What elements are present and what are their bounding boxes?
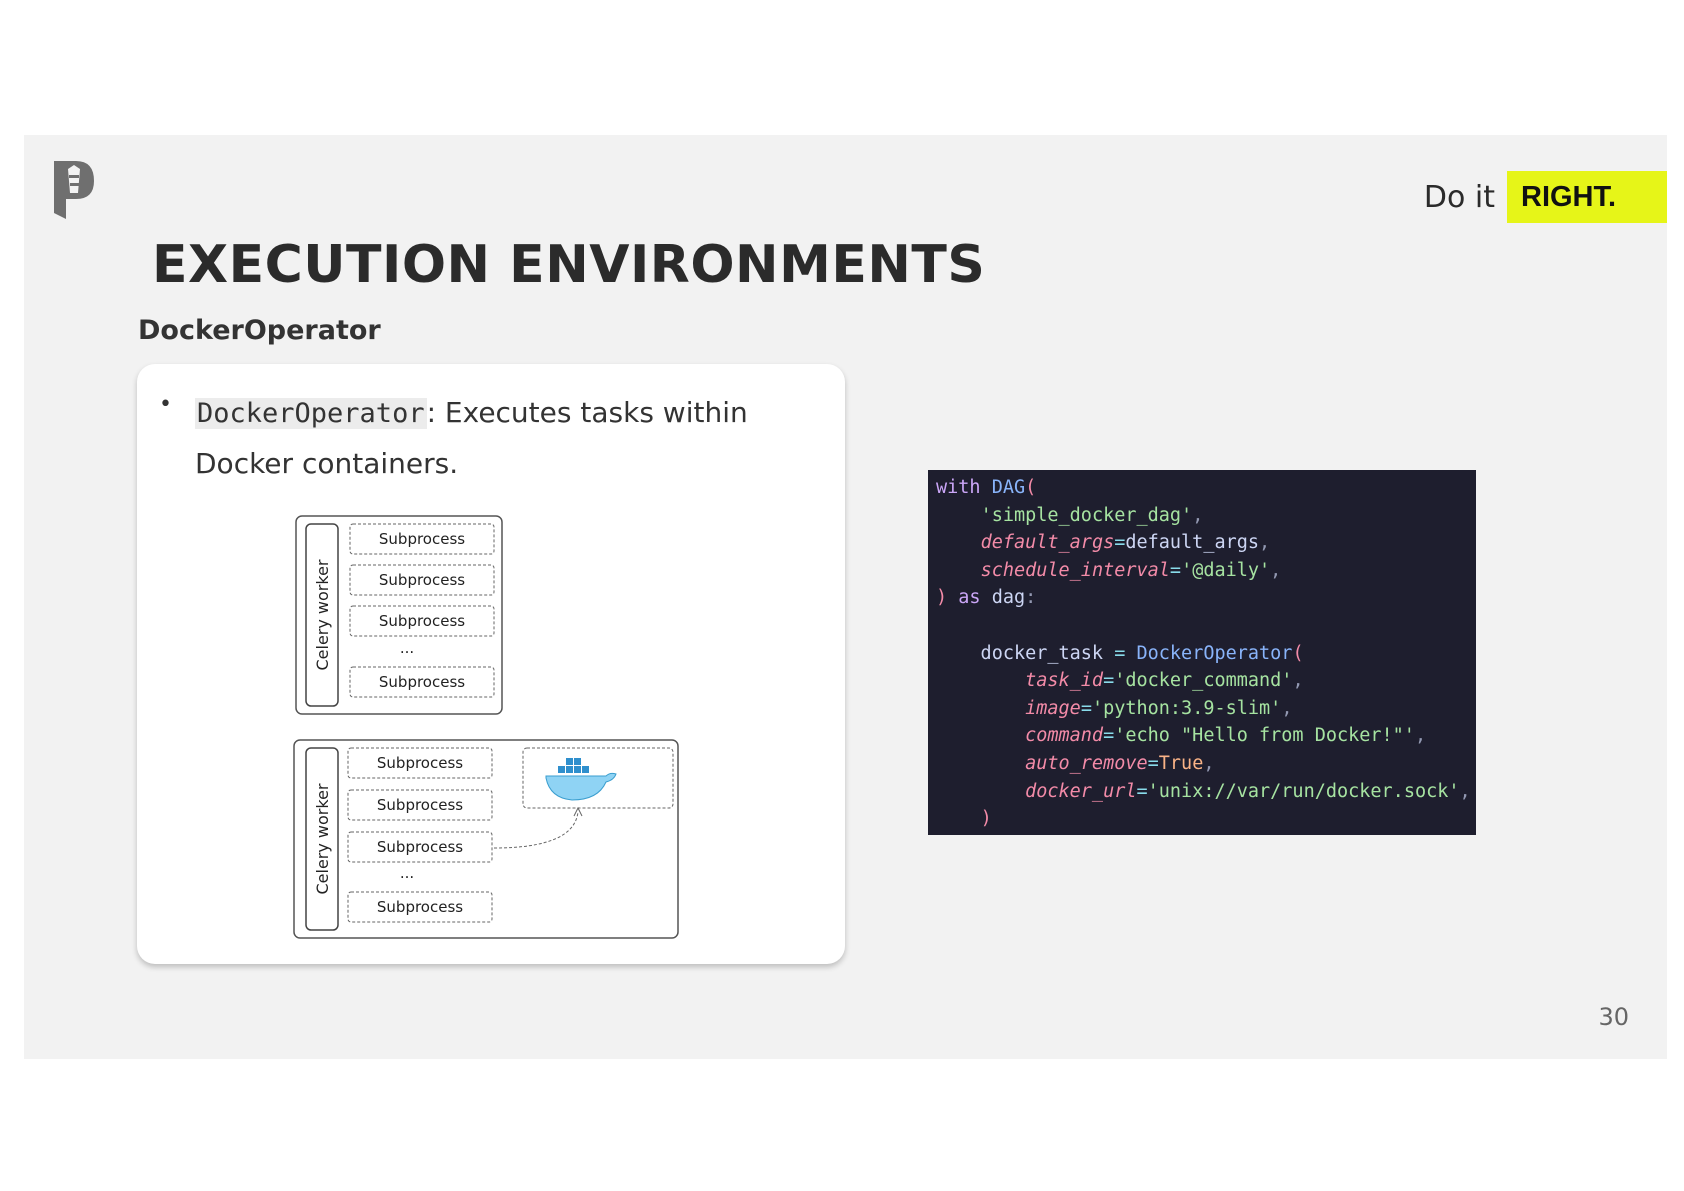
code-token: 'simple_docker_dag': [980, 504, 1193, 526]
code-line: 'simple_docker_dag',: [936, 504, 1204, 526]
lighthouse-logo-icon: [54, 161, 94, 219]
code-token: =: [1114, 532, 1126, 554]
code-token: ,: [1459, 780, 1471, 802]
code-token: 'echo "Hello from Docker!"': [1114, 725, 1415, 747]
code-line: ): [936, 808, 992, 829]
code-token: ,: [1259, 532, 1271, 554]
code-token: as: [958, 587, 981, 609]
spawn-arrow: [493, 811, 579, 849]
code-token: =: [1147, 752, 1159, 774]
code-token: with: [936, 477, 981, 498]
code-token: 'docker_command': [1114, 670, 1293, 692]
bottom-subprocess-label: Subprocess: [377, 796, 463, 814]
code-token: :: [1025, 587, 1037, 609]
tagline-highlight: RIGHT.: [1507, 171, 1667, 223]
code-token: auto_remove: [1025, 752, 1148, 774]
code-token: '@daily': [1181, 559, 1271, 581]
code-token: schedule_interval: [980, 559, 1170, 581]
bottom-worker-box: [293, 739, 679, 939]
docker-whale-icon: [545, 758, 617, 801]
content-card: • DockerOperator: Executes tasks within …: [137, 364, 845, 964]
code-token: ,: [1270, 559, 1282, 581]
code-token: ,: [1281, 697, 1293, 719]
code-token: =: [1169, 559, 1182, 581]
code-token: ): [980, 808, 992, 830]
code-line: image='python:3.9-slim',: [936, 698, 1292, 719]
top-subprocess-label: Subprocess: [379, 673, 465, 691]
bottom-ellipsis: ...: [400, 864, 414, 882]
code-token: DAG: [991, 477, 1026, 498]
code-token: ,: [1192, 504, 1204, 526]
bullet-text: DockerOperator: Executes tasks within Do…: [195, 388, 795, 489]
code-line: task_id='docker_command',: [936, 670, 1304, 692]
code-token: image: [1025, 697, 1081, 719]
code-line: docker_url='unix://var/run/docker.sock',: [936, 781, 1471, 802]
code-token: =: [1103, 670, 1115, 692]
code-line: ) as dag:: [936, 587, 1037, 609]
code-line: command='echo "Hello from Docker!"',: [936, 725, 1426, 746]
bottom-subprocess-label: Subprocess: [377, 754, 463, 772]
code-token: command: [1025, 725, 1104, 747]
page-number: 30: [1598, 1003, 1629, 1031]
tagline: Do it RIGHT.: [1424, 171, 1667, 223]
code-content: with DAG( 'simple_docker_dag', default_a…: [928, 470, 1476, 833]
bottom-subprocess-label: Subprocess: [377, 898, 463, 916]
code-token: DockerOperator: [1136, 642, 1293, 664]
code-token: task_id: [1025, 670, 1104, 692]
slide-title: EXECUTION ENVIRONMENTS: [152, 235, 986, 295]
slide-subtitle: DockerOperator: [138, 315, 381, 346]
code-token: ,: [1414, 725, 1427, 747]
code-token: docker_url: [1025, 780, 1137, 802]
code-line: auto_remove=True,: [936, 753, 1214, 774]
code-token: =: [1080, 697, 1092, 719]
top-subprocess-label: Subprocess: [379, 571, 465, 589]
code-token: 'python:3.9-slim': [1091, 697, 1282, 719]
code-token: (: [1292, 642, 1304, 664]
code-line: docker_task = DockerOperator(: [936, 642, 1304, 664]
code-line: default_args=default_args,: [980, 532, 1271, 554]
code-token: ): [936, 587, 948, 609]
top-ellipsis: ...: [400, 639, 414, 657]
bottom-subprocess-label: Subprocess: [377, 838, 463, 856]
code-line: with DAG(: [936, 477, 1036, 498]
top-subprocess-label: Subprocess: [379, 530, 465, 548]
celery-worker-diagram: Celery worker Subprocess Subprocess Subp…: [293, 515, 679, 939]
code-token: =: [1103, 725, 1115, 747]
top-subprocess-label: Subprocess: [379, 612, 465, 630]
code-token: =: [1114, 642, 1126, 664]
code-block: with DAG( 'simple_docker_dag', default_a…: [928, 470, 1476, 835]
slide: Do it RIGHT. EXECUTION ENVIRONMENTS Dock…: [24, 135, 1667, 1059]
tagline-prefix: Do it: [1423, 179, 1495, 215]
top-worker-label: Celery worker: [313, 559, 332, 670]
code-line: schedule_interval='@daily',: [936, 559, 1282, 581]
code-token: ,: [1203, 752, 1215, 774]
bullet-icon: •: [159, 392, 172, 417]
code-token: ,: [1292, 670, 1304, 692]
code-token: 'unix://var/run/docker.sock': [1147, 780, 1460, 802]
code-token: (: [1025, 477, 1037, 498]
code-token: =: [1136, 780, 1148, 802]
bullet-code: DockerOperator: [195, 398, 427, 429]
code-token: default_args: [980, 532, 1115, 554]
code-token: True: [1158, 752, 1204, 774]
bottom-worker-label: Celery worker: [313, 783, 332, 894]
